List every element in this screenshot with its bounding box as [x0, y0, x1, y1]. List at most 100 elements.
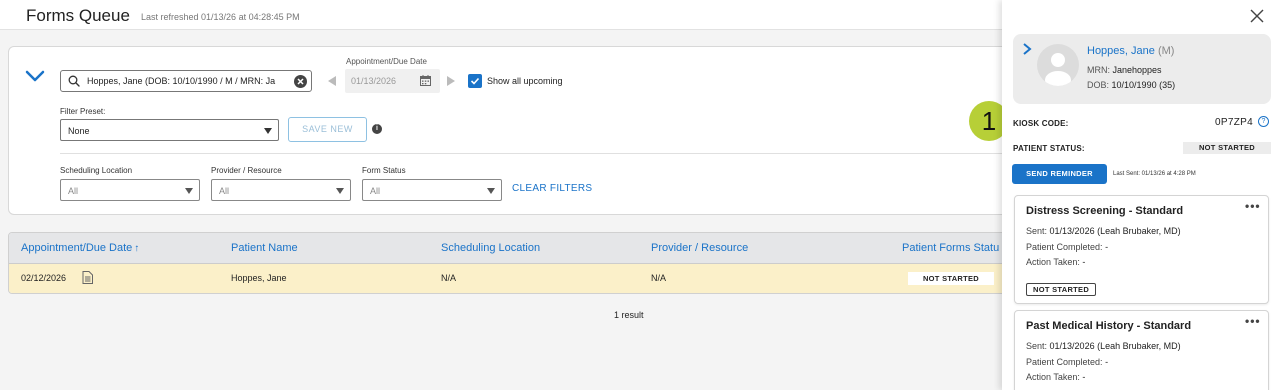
patient-search-input[interactable]: [87, 73, 287, 89]
forms-queue-page: Forms Queue Last refreshed 01/13/26 at 0…: [0, 0, 1276, 390]
last-sent-text: Last Sent: 01/13/26 at 4:28 PM: [1113, 171, 1196, 177]
form-status-select[interactable]: All: [362, 179, 502, 201]
patient-dob: DOB: 10/10/1990 (35): [1087, 80, 1175, 90]
form-status-badge: NOT STARTED: [1026, 283, 1097, 296]
next-date-arrow-icon[interactable]: [447, 76, 455, 86]
completed-label: Patient Completed:: [1026, 357, 1103, 367]
scheduling-location-select[interactable]: All: [60, 179, 200, 201]
form-card-distress-screening[interactable]: Distress Screening - Standard ••• Sent: …: [1014, 195, 1269, 304]
clear-search-icon[interactable]: [294, 75, 307, 88]
patient-sex: (M): [1157, 45, 1175, 57]
filter-panel: Appointment/Due Date 01/13/2026 Show all…: [8, 46, 1021, 215]
forms-queue-table: Appointment/Due Date ↑ Patient Name Sched…: [8, 232, 1020, 294]
mrn-value: Janehoppes: [1112, 65, 1162, 75]
filter-preset-select[interactable]: None: [60, 119, 279, 141]
sent-value: 01/13/2026 (Leah Brubaker, MD): [1049, 226, 1181, 236]
patient-summary-card: Hoppes, Jane (M) MRN: Janehoppes DOB: 10…: [1013, 34, 1271, 104]
sent-label: Sent:: [1026, 341, 1048, 351]
result-count: 1 result: [614, 310, 644, 320]
completed-label: Patient Completed:: [1026, 242, 1103, 252]
action-label: Action Taken:: [1026, 257, 1080, 267]
filter-divider: [60, 153, 1021, 154]
save-new-preset-button[interactable]: SAVE NEW: [288, 117, 367, 142]
patient-status-badge: NOT STARTED: [1183, 142, 1271, 154]
collapse-filters-chevron-down-icon[interactable]: [25, 69, 45, 85]
chevron-right-icon[interactable]: [1022, 43, 1032, 55]
dropdown-caret-icon: [487, 188, 495, 194]
kiosk-code-value: 0P7ZP4: [1215, 117, 1253, 128]
form-status-value: All: [370, 186, 381, 196]
page-title: Forms Queue: [26, 6, 130, 25]
table-header: Appointment/Due Date ↑ Patient Name Sched…: [9, 233, 1019, 264]
completed-value: -: [1105, 242, 1109, 252]
patient-name-link[interactable]: Hoppes, Jane (M): [1087, 45, 1174, 57]
filter-preset-value: None: [68, 126, 90, 136]
info-icon[interactable]: i: [372, 124, 382, 134]
dob-label: DOB:: [1087, 80, 1110, 90]
column-header-patient-name[interactable]: Patient Name: [231, 242, 298, 254]
calendar-icon[interactable]: [420, 75, 431, 86]
action-value: -: [1082, 257, 1086, 267]
help-icon[interactable]: ?: [1258, 116, 1269, 127]
column-header-provider-resource[interactable]: Provider / Resource: [651, 242, 748, 254]
provider-resource-select[interactable]: All: [211, 179, 351, 201]
form-patient-completed: Patient Completed: -: [1026, 357, 1108, 367]
form-title: Distress Screening - Standard: [1026, 205, 1184, 217]
more-options-icon[interactable]: •••: [1245, 314, 1261, 328]
previous-date-arrow-icon[interactable]: [328, 76, 336, 86]
show-all-upcoming-checkbox[interactable]: [468, 74, 482, 88]
appointment-date-value: 01/13/2026: [351, 76, 397, 86]
patient-search-field[interactable]: [60, 70, 312, 92]
filter-preset-label: Filter Preset:: [60, 107, 106, 116]
form-sent: Sent: 01/13/2026 (Leah Brubaker, MD): [1026, 226, 1181, 236]
dropdown-caret-icon: [185, 188, 193, 194]
sort-ascending-icon: ↑: [134, 243, 140, 254]
patient-name: Hoppes, Jane: [1087, 45, 1155, 57]
form-action-taken: Action Taken: -: [1026, 257, 1085, 267]
show-all-upcoming-label: Show all upcoming: [487, 76, 563, 86]
provider-resource-value: All: [219, 186, 230, 196]
clear-filters-link[interactable]: CLEAR FILTERS: [512, 183, 592, 194]
row-appointment-date: 02/12/2026: [21, 273, 67, 283]
column-header-scheduling-location[interactable]: Scheduling Location: [441, 242, 540, 254]
dropdown-caret-icon: [264, 128, 272, 134]
row-patient-name: Hoppes, Jane: [231, 273, 287, 283]
scheduling-location-label: Scheduling Location: [60, 166, 133, 175]
completed-value: -: [1105, 357, 1109, 367]
form-patient-completed: Patient Completed: -: [1026, 242, 1108, 252]
form-title: Past Medical History - Standard: [1026, 320, 1192, 332]
send-reminder-button[interactable]: SEND REMINDER: [1012, 164, 1107, 184]
row-status-badge: NOT STARTED: [908, 272, 994, 285]
column-header-patient-forms-status[interactable]: Patient Forms Statu: [902, 242, 999, 254]
avatar-icon: [1045, 53, 1071, 86]
row-scheduling-location: N/A: [441, 273, 457, 283]
kiosk-code-label: KIOSK CODE:: [1013, 119, 1069, 128]
checkbox-check-icon: [470, 77, 480, 85]
dropdown-caret-icon: [336, 188, 344, 194]
form-action-taken: Action Taken: -: [1026, 372, 1085, 382]
patient-detail-panel: Hoppes, Jane (M) MRN: Janehoppes DOB: 10…: [1002, 0, 1276, 390]
sent-label: Sent:: [1026, 226, 1048, 236]
row-provider-resource: N/A: [651, 273, 667, 283]
more-options-icon[interactable]: •••: [1245, 199, 1261, 213]
appointment-date-input[interactable]: 01/13/2026: [345, 69, 440, 93]
close-icon[interactable]: [1250, 9, 1264, 23]
provider-resource-label: Provider / Resource: [211, 166, 282, 175]
mrn-label: MRN:: [1087, 65, 1110, 75]
avatar: [1037, 44, 1079, 86]
form-status-label: Form Status: [362, 166, 406, 175]
last-refreshed-text: Last refreshed 01/13/26 at 04:28:45 PM: [141, 12, 300, 22]
scheduling-location-value: All: [68, 186, 79, 196]
patient-status-label: PATIENT STATUS:: [1013, 144, 1085, 153]
action-label: Action Taken:: [1026, 372, 1080, 382]
form-card-past-medical-history[interactable]: Past Medical History - Standard ••• Sent…: [1014, 310, 1269, 390]
action-value: -: [1082, 372, 1086, 382]
column-header-appointment-date[interactable]: Appointment/Due Date ↑: [21, 242, 139, 254]
dob-value: 10/10/1990 (35): [1111, 80, 1176, 90]
search-icon: [68, 75, 80, 87]
table-row[interactable]: 02/12/2026 Hoppes, Jane N/A N/A NOT STAR…: [9, 264, 1019, 293]
document-icon[interactable]: [82, 271, 93, 284]
form-sent: Sent: 01/13/2026 (Leah Brubaker, MD): [1026, 341, 1181, 351]
appointment-date-label: Appointment/Due Date: [346, 57, 427, 66]
patient-mrn: MRN: Janehoppes: [1087, 65, 1162, 75]
